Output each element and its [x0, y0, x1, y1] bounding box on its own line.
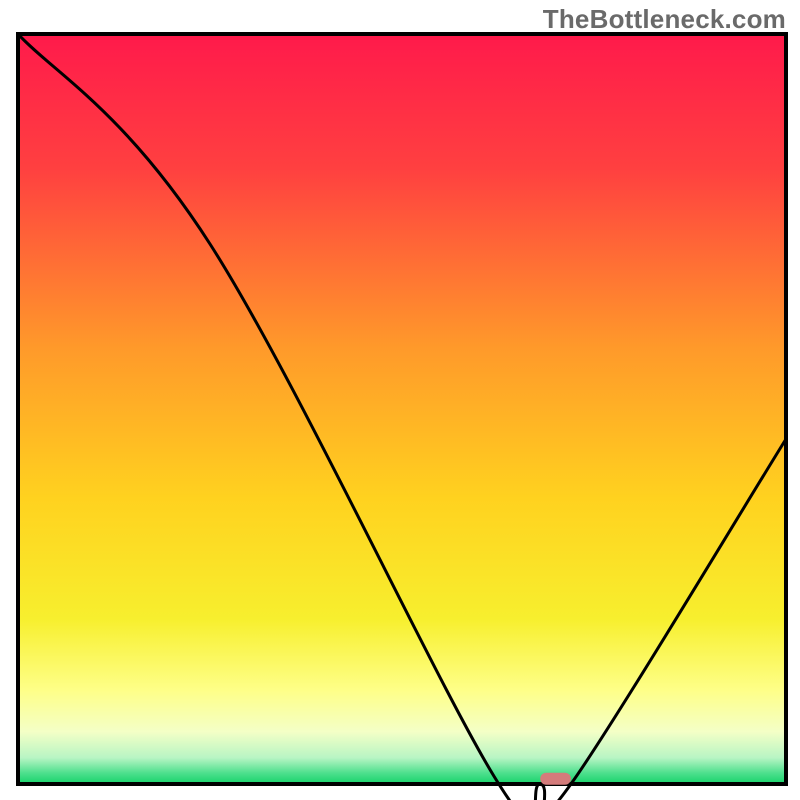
bottleneck-chart	[0, 0, 800, 800]
optimal-marker	[540, 773, 571, 785]
plot-background	[18, 34, 786, 784]
